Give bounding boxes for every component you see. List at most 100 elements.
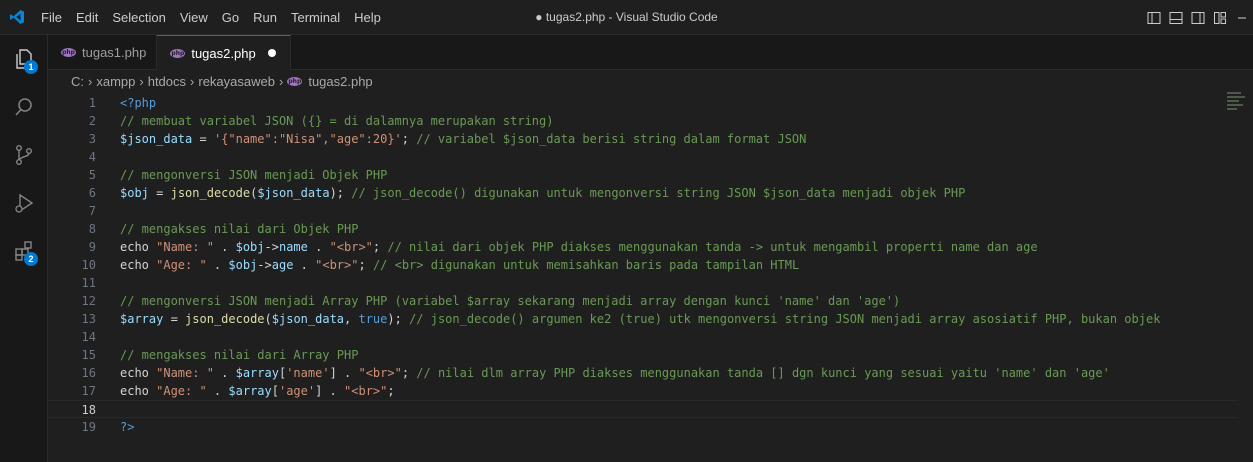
menu-terminal[interactable]: Terminal — [284, 0, 347, 35]
code-line[interactable]: 7 — [48, 202, 1238, 220]
code-line[interactable]: 3 $json_data = '{"name":"Nisa","age":20}'… — [48, 130, 1238, 148]
code-token-op: . — [206, 384, 229, 398]
code-content: // mengonversi JSON menjadi Objek PHP — [120, 166, 387, 184]
code-line[interactable]: 16 echo "Name: " . $array['name'] . "<br>… — [48, 364, 1238, 382]
code-token-op: , — [344, 312, 359, 326]
chevron-right-icon: › — [88, 73, 93, 89]
menu-selection[interactable]: Selection — [105, 0, 172, 35]
code-token-plain: echo — [120, 366, 157, 380]
code-token-comment: // nilai dlm array PHP diakses menggunak… — [416, 366, 1110, 380]
code-token-func: json_decode — [185, 312, 265, 326]
code-token-plain: echo — [120, 384, 157, 398]
tab-tugas2-php[interactable]: php tugas2.php — [157, 35, 291, 70]
code-token-plain: echo — [120, 240, 157, 254]
toggle-primary-sidebar-icon[interactable] — [1143, 0, 1165, 35]
code-line[interactable]: 17 echo "Age: " . $array['age'] . "<br>"; — [48, 382, 1238, 400]
code-token-var: $obj — [120, 186, 149, 200]
menu-help[interactable]: Help — [347, 0, 388, 35]
code-token-op: -> — [264, 240, 279, 254]
code-token-op: . — [213, 366, 236, 380]
code-token-string: "<br>" — [315, 258, 359, 272]
code-line[interactable]: 6 $obj = json_decode($json_data); // json… — [48, 184, 1238, 202]
code-line[interactable]: 8 // mengakses nilai dari Objek PHP — [48, 220, 1238, 238]
line-number: 13 — [81, 312, 96, 326]
customize-layout-icon[interactable] — [1209, 0, 1231, 35]
code-line[interactable]: 11 — [48, 274, 1238, 292]
toggle-secondary-sidebar-icon[interactable] — [1187, 0, 1209, 35]
code-token-op: . — [213, 240, 236, 254]
code-content: // mengakses nilai dari Objek PHP — [120, 220, 358, 238]
chevron-right-icon: › — [139, 73, 144, 89]
code-line[interactable]: 5 // mengonversi JSON menjadi Objek PHP — [48, 166, 1238, 184]
line-number: 3 — [88, 132, 96, 146]
code-token-var: $json_data — [257, 186, 330, 200]
code-token-op: ( — [264, 312, 272, 326]
code-line[interactable]: 2 // membuat variabel JSON ({} = di dalam… — [48, 112, 1238, 130]
menu-edit[interactable]: Edit — [69, 0, 105, 35]
code-token-op: ; — [401, 132, 417, 146]
extensions-icon[interactable]: 2 — [0, 227, 48, 275]
line-number: 6 — [88, 186, 96, 200]
explorer-icon[interactable]: 1 — [0, 35, 48, 83]
menu-file[interactable]: File — [34, 0, 69, 35]
code-line[interactable]: 1 <?php — [48, 94, 1238, 112]
code-token-op: ; — [401, 366, 417, 380]
code-content: // membuat variabel JSON ({} = di dalamn… — [120, 112, 553, 130]
breadcrumb: C: › xampp › htdocs › rekayasaweb › php … — [48, 70, 1253, 92]
tab-label: tugas2.php — [191, 45, 256, 61]
code-token-comment: // json_decode() digunakan untuk mengonv… — [351, 186, 966, 200]
code-token-op: . — [293, 258, 316, 272]
menu-view[interactable]: View — [173, 0, 215, 35]
line-number: 11 — [81, 276, 96, 290]
code-token-var: $array — [228, 384, 272, 398]
code-token-string: '{"name":"Nisa","age":20}' — [213, 132, 402, 146]
activity-bar: 1 2 — [0, 35, 48, 462]
line-number: 17 — [81, 384, 96, 398]
title-bar: File Edit Selection View Go Run Terminal… — [0, 0, 1253, 35]
code-line[interactable]: 14 — [48, 328, 1238, 346]
php-file-icon: php — [61, 48, 76, 57]
code-content: echo "Age: " . $array['age'] . "<br>"; — [120, 382, 395, 400]
code-line[interactable]: 13 $array = json_decode($json_data, true)… — [48, 310, 1238, 328]
code-token-string: "<br>" — [358, 366, 402, 380]
code-content: $json_data = '{"name":"Nisa","age":20}';… — [120, 130, 806, 148]
code-token-var: $json_data — [271, 312, 345, 326]
minimap[interactable] — [1227, 92, 1245, 132]
breadcrumb-htdocs[interactable]: htdocs — [148, 74, 186, 89]
code-token-comment: // <br> digunakan untuk memisahkan baris… — [372, 258, 800, 272]
minimize-icon[interactable] — [1231, 0, 1253, 35]
code-line[interactable]: 15 // mengakses nilai dari Array PHP — [48, 346, 1238, 364]
layout-controls — [1143, 0, 1253, 35]
breadcrumb-drive[interactable]: C: — [71, 74, 84, 89]
unsaved-changes-dot-icon[interactable] — [267, 49, 276, 57]
tab-tugas1-php[interactable]: php tugas1.php — [48, 35, 158, 70]
code-line[interactable]: 19 ?> — [48, 418, 1238, 436]
minimap-line — [1227, 100, 1239, 102]
line-number: 9 — [88, 240, 96, 254]
toggle-panel-icon[interactable] — [1165, 0, 1187, 35]
code-line[interactable]: 4 — [48, 148, 1238, 166]
search-icon[interactable] — [0, 83, 48, 131]
menu-run[interactable]: Run — [246, 0, 284, 35]
run-and-debug-icon[interactable] — [0, 179, 48, 227]
code-token-plain: echo — [120, 258, 157, 272]
code-line[interactable]: 9 echo "Name: " . $obj->name . "<br>"; //… — [48, 238, 1238, 256]
code-line[interactable]: 10 echo "Age: " . $obj->age . "<br>"; // … — [48, 256, 1238, 274]
code-token-op: = — [148, 186, 171, 200]
code-token-string: 'age' — [278, 384, 316, 398]
menu-go[interactable]: Go — [215, 0, 246, 35]
breadcrumb-rekayasaweb[interactable]: rekayasaweb — [198, 74, 275, 89]
code-content: $array = json_decode($json_data, true); … — [120, 310, 1160, 328]
line-number: 8 — [88, 222, 96, 236]
code-line[interactable]: 12 // mengonversi JSON menjadi Array PHP … — [48, 292, 1238, 310]
source-control-icon[interactable] — [0, 131, 48, 179]
breadcrumb-file[interactable]: tugas2.php — [308, 74, 372, 89]
breadcrumb-xampp[interactable]: xampp — [96, 74, 135, 89]
minimap-line — [1227, 104, 1243, 106]
code-editor[interactable]: 1 <?php 2 // membuat variabel JSON ({} = di… — [48, 92, 1253, 462]
code-token-var: $array — [235, 366, 279, 380]
code-token-var: $array — [120, 312, 164, 326]
explorer-badge: 1 — [24, 60, 38, 74]
code-token-comment: // membuat variabel JSON ({} = di dalamn… — [120, 114, 554, 128]
code-line[interactable]: 18 — [48, 400, 1238, 418]
